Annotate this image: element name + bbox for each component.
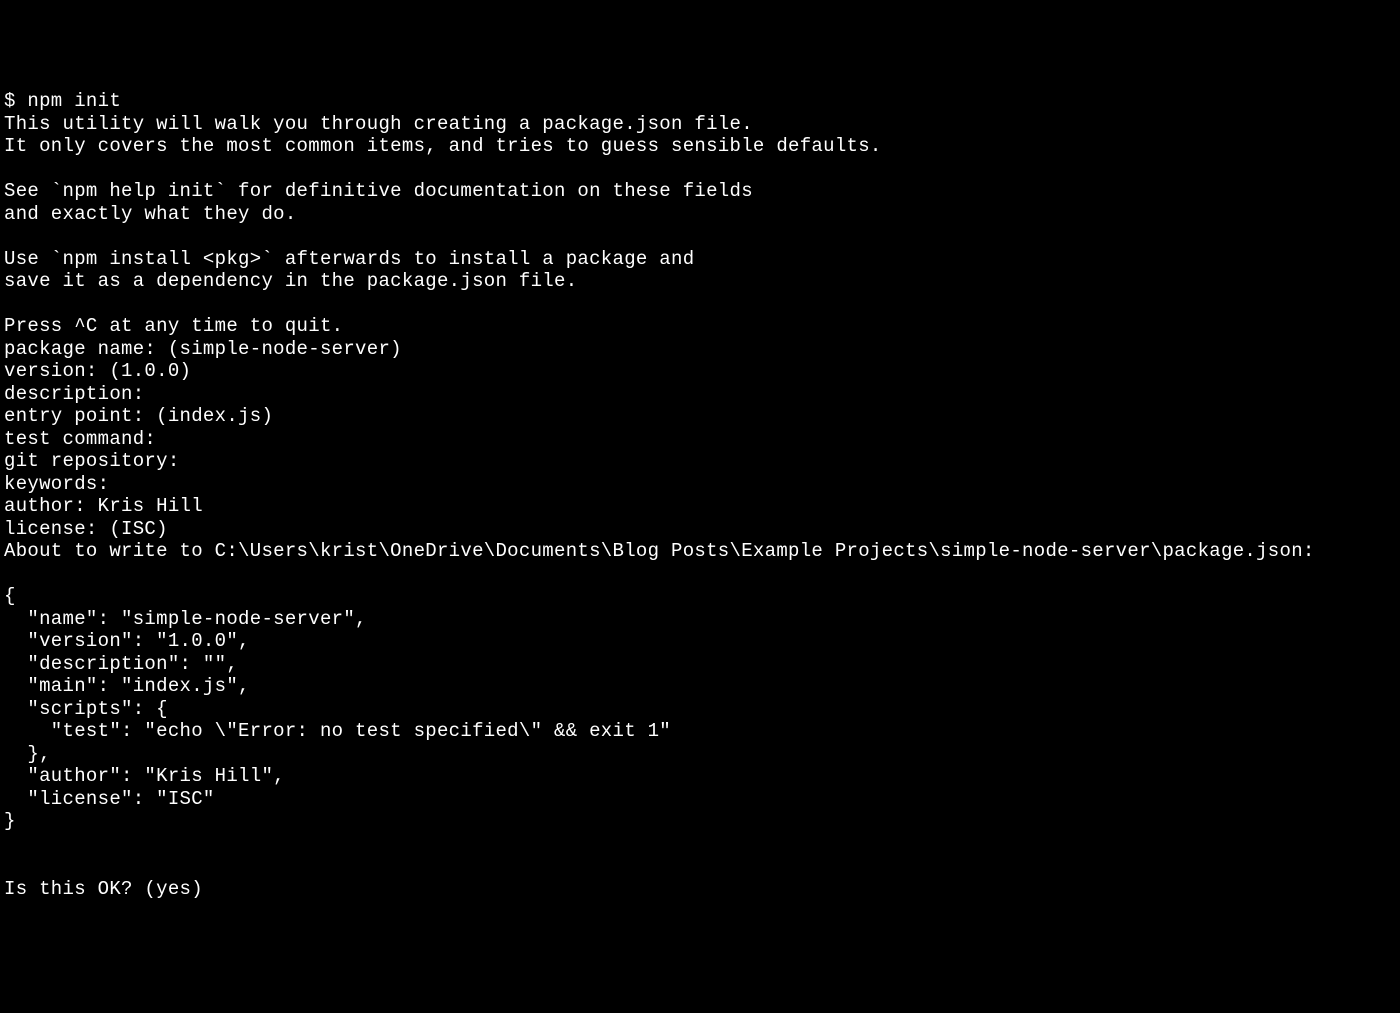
blank-line	[4, 225, 1396, 248]
blank-line	[4, 293, 1396, 316]
json-line: "description": "",	[4, 653, 1396, 676]
json-line: "scripts": {	[4, 698, 1396, 721]
json-line: "test": "echo \"Error: no test specified…	[4, 720, 1396, 743]
prompt-symbol: $	[4, 90, 27, 112]
output-line: and exactly what they do.	[4, 203, 1396, 226]
output-line: Press ^C at any time to quit.	[4, 315, 1396, 338]
prompt-package-name: package name: (simple-node-server)	[4, 338, 1396, 361]
prompt-version: version: (1.0.0)	[4, 360, 1396, 383]
output-line: This utility will walk you through creat…	[4, 113, 1396, 136]
about-to-write-line: About to write to C:\Users\krist\OneDriv…	[4, 540, 1396, 563]
json-line: "version": "1.0.0",	[4, 630, 1396, 653]
json-line: "name": "simple-node-server",	[4, 608, 1396, 631]
json-line: {	[4, 585, 1396, 608]
prompt-test-command: test command:	[4, 428, 1396, 451]
json-line: "author": "Kris Hill",	[4, 765, 1396, 788]
json-line: },	[4, 743, 1396, 766]
command-line: $ npm init	[4, 90, 1396, 113]
prompt-keywords: keywords:	[4, 473, 1396, 496]
prompt-entry-point: entry point: (index.js)	[4, 405, 1396, 428]
command-text: npm init	[27, 90, 121, 112]
output-line: Use `npm install <pkg>` afterwards to in…	[4, 248, 1396, 271]
json-line: }	[4, 810, 1396, 833]
blank-line	[4, 563, 1396, 586]
prompt-git-repository: git repository:	[4, 450, 1396, 473]
blank-line	[4, 855, 1396, 878]
blank-line	[4, 158, 1396, 181]
output-line: See `npm help init` for definitive docum…	[4, 180, 1396, 203]
terminal-window[interactable]: $ npm initThis utility will walk you thr…	[0, 90, 1400, 900]
json-line: "main": "index.js",	[4, 675, 1396, 698]
blank-line	[4, 833, 1396, 856]
confirm-prompt: Is this OK? (yes)	[4, 878, 1396, 901]
output-line: save it as a dependency in the package.j…	[4, 270, 1396, 293]
output-line: It only covers the most common items, an…	[4, 135, 1396, 158]
prompt-license: license: (ISC)	[4, 518, 1396, 541]
prompt-author: author: Kris Hill	[4, 495, 1396, 518]
json-line: "license": "ISC"	[4, 788, 1396, 811]
prompt-description: description:	[4, 383, 1396, 406]
